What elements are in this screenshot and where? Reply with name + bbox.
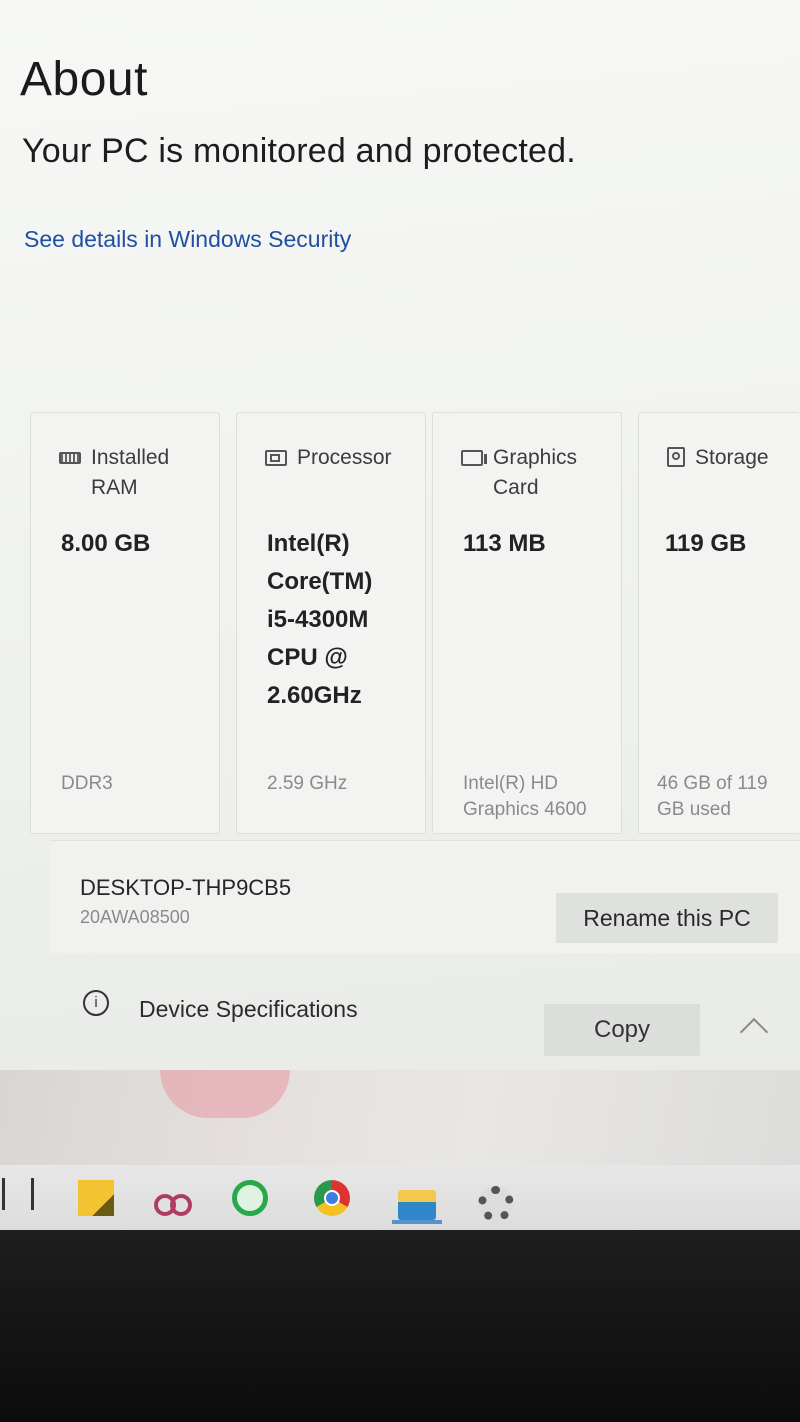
spec-card-value: 119 GB: [665, 530, 747, 557]
device-model: 20AWA08500: [80, 907, 190, 927]
spec-card-detail: 2.59 GHz: [267, 773, 348, 794]
chevron-up-icon[interactable]: [739, 1017, 769, 1047]
spec-card-label: Processor: [297, 446, 392, 469]
windows-security-link[interactable]: See details in Windows Security: [24, 226, 351, 253]
spec-card-storage: Storage 119 GB 46 GB of 119 GB used: [638, 412, 800, 834]
device-specifications-label: Device Specifications: [139, 996, 358, 1022]
protection-status: Your PC is monitored and protected.: [22, 132, 576, 170]
spec-card-processor: Processor Intel(R) Core(TM) i5-4300M CPU…: [236, 412, 426, 834]
desktop-wallpaper: [0, 1070, 800, 1170]
device-name: DESKTOP-THP9CB5: [80, 875, 292, 900]
copy-button[interactable]: Copy: [544, 1004, 700, 1056]
storage-icon: [667, 447, 685, 467]
whatsapp-icon[interactable]: [232, 1180, 268, 1216]
monitor-bezel: [0, 1230, 800, 1422]
file-explorer-icon[interactable]: [398, 1190, 436, 1220]
settings-icon[interactable]: [478, 1186, 514, 1222]
page-title: About: [20, 53, 148, 106]
device-specifications-row[interactable]: i Device Specifications Copy: [50, 968, 800, 1058]
spec-card-graphics: Graphics Card 113 MB Intel(R) HD Graphic…: [432, 412, 622, 834]
info-icon: i: [83, 990, 109, 1016]
sticky-notes-icon[interactable]: [78, 1180, 114, 1216]
settings-window: About Your PC is monitored and protected…: [0, 0, 800, 1070]
rename-pc-button[interactable]: Rename this PC: [556, 893, 778, 943]
spec-card-label: Graphics Card: [493, 446, 578, 499]
spec-card-detail: Intel(R) HD Graphics 4600: [463, 773, 587, 820]
task-view-icon[interactable]: [2, 1178, 34, 1210]
spec-card-detail: 46 GB of 119 GB used: [657, 773, 768, 820]
screen: About Your PC is monitored and protected…: [0, 0, 800, 1230]
spec-card-value: Intel(R) Core(TM) i5-4300M CPU @ 2.60GHz: [267, 530, 373, 709]
ram-icon: [59, 452, 81, 464]
chrome-icon[interactable]: [314, 1180, 350, 1216]
spec-card-label: Installed RAM: [91, 446, 170, 499]
spec-card-label: Storage: [695, 446, 769, 469]
processor-icon: [265, 450, 287, 466]
graphics-card-icon: [461, 450, 487, 466]
spec-card-value: 8.00 GB: [61, 530, 151, 557]
snipping-tool-icon[interactable]: [154, 1180, 192, 1216]
spec-card-detail: DDR3: [61, 773, 113, 794]
spec-card-value: 113 MB: [463, 530, 546, 557]
device-panel: DESKTOP-THP9CB5 20AWA08500 Rename this P…: [50, 840, 800, 953]
spec-card-ram: Installed RAM 8.00 GB DDR3: [30, 412, 220, 834]
active-app-indicator: [392, 1220, 442, 1224]
